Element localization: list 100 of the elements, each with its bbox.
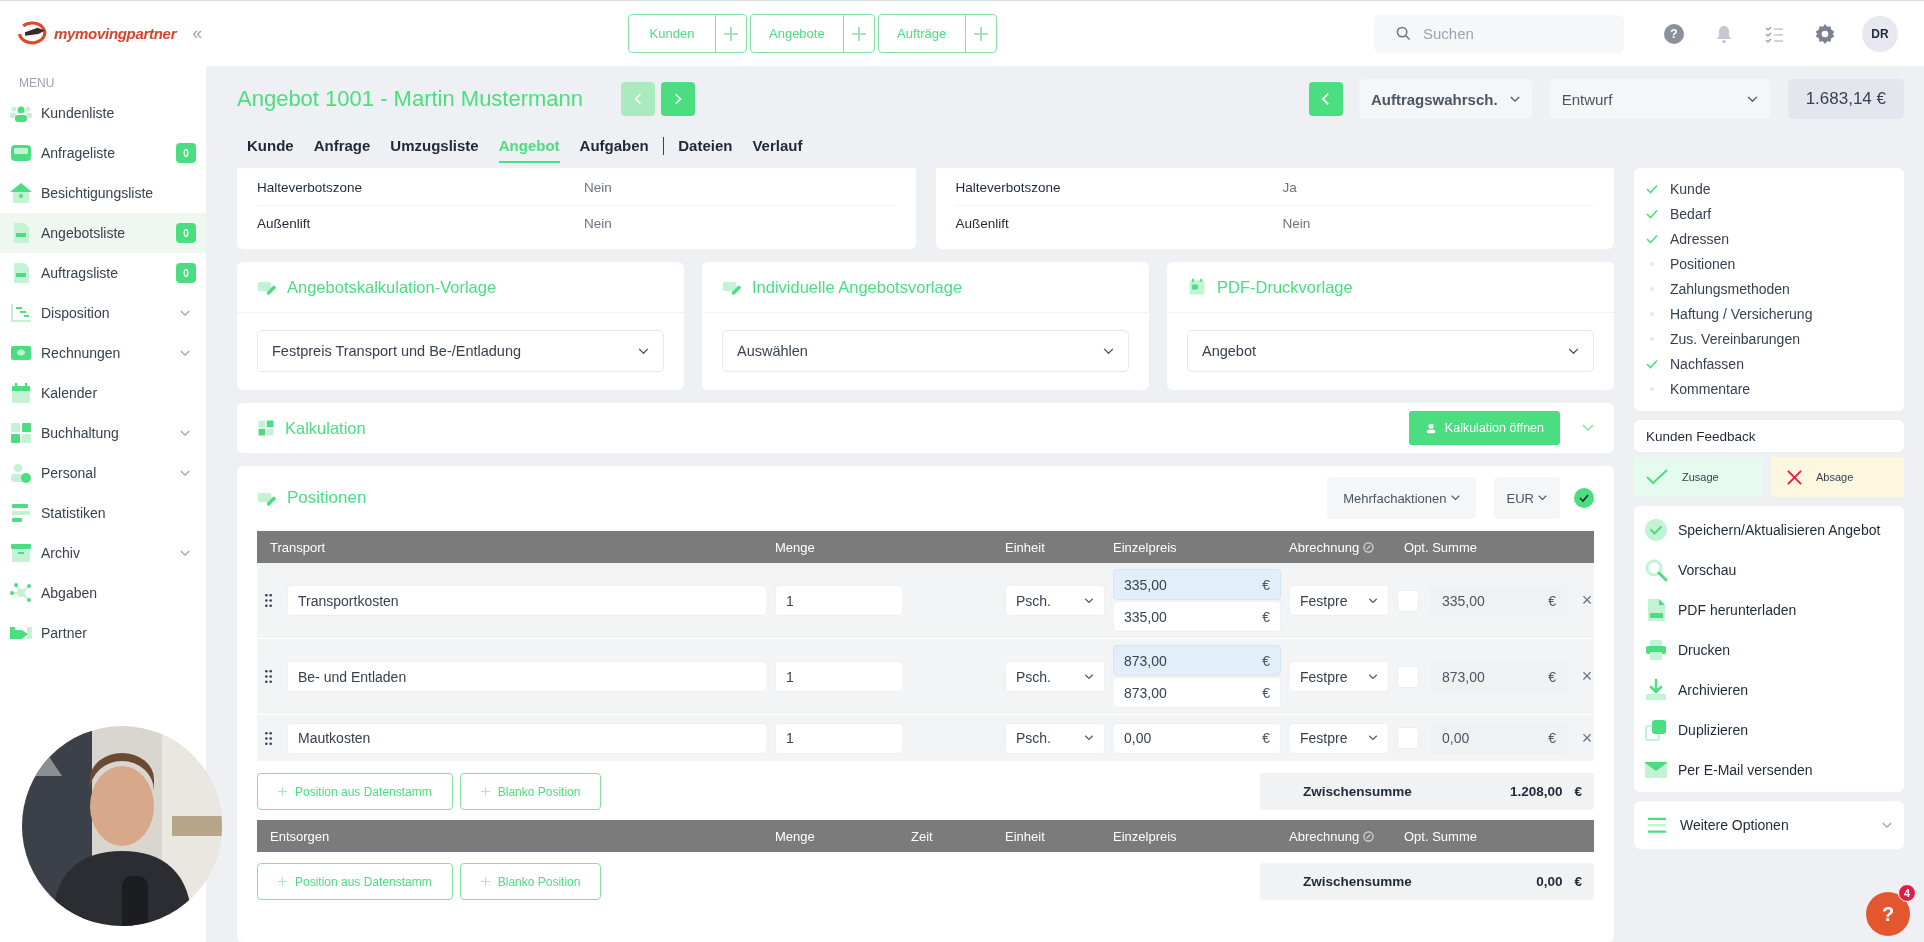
sidebar-item[interactable]: Angebotsliste 0 bbox=[0, 213, 206, 253]
tab[interactable]: Anfrage bbox=[313, 129, 371, 163]
sidebar-item[interactable]: Kalender bbox=[0, 373, 206, 413]
sidebar-item[interactable]: Rechnungen bbox=[0, 333, 206, 373]
price-field[interactable]: 335,00 € bbox=[1113, 601, 1281, 632]
sidebar-item[interactable]: Partner bbox=[0, 613, 206, 653]
checklist-item[interactable]: Zahlungsmethoden bbox=[1646, 276, 1892, 301]
tab[interactable]: Aufgaben bbox=[579, 129, 649, 163]
user-avatar[interactable]: DR bbox=[1862, 15, 1898, 52]
archive-box-icon bbox=[9, 541, 33, 565]
sidebar-item[interactable]: Personal bbox=[0, 453, 206, 493]
billing-dropdown[interactable]: Festpre bbox=[1289, 722, 1389, 754]
remove-button[interactable]: × bbox=[1575, 666, 1599, 687]
bell-icon[interactable] bbox=[1714, 23, 1734, 44]
search-icon bbox=[1396, 26, 1411, 41]
tab[interactable]: Dateien bbox=[678, 129, 733, 163]
checklist-item[interactable]: Zus. Vereinbarungen bbox=[1646, 326, 1892, 351]
sidebar-item[interactable]: Abgaben bbox=[0, 573, 206, 613]
checklist-item[interactable]: Kommentare bbox=[1646, 376, 1892, 401]
price-field[interactable]: 0,00 € bbox=[1113, 722, 1281, 754]
checklist-item[interactable]: Adressen bbox=[1646, 226, 1892, 251]
checklist-item[interactable]: Kunde bbox=[1646, 176, 1892, 201]
position-name-field[interactable]: Be- und Entladen bbox=[287, 661, 767, 692]
next-button[interactable] bbox=[661, 82, 696, 116]
subtotal-value: 1.208,00 bbox=[1509, 784, 1563, 799]
network-icon bbox=[9, 581, 33, 605]
column-header: Zeit bbox=[911, 828, 933, 844]
template-dropdown[interactable]: Festpreis Transport und Be-/Entladung bbox=[257, 330, 664, 372]
checklist-item[interactable]: Positionen bbox=[1646, 251, 1892, 276]
search-field[interactable]: Suchen bbox=[1374, 14, 1624, 53]
drag-handle-icon[interactable] bbox=[264, 669, 272, 684]
currency-dropdown[interactable]: EUR bbox=[1493, 477, 1560, 519]
checklist-item[interactable]: Haftung / Versicherung bbox=[1646, 301, 1892, 326]
sidebar-item[interactable]: Anfrageliste 0 bbox=[0, 133, 206, 173]
action-item[interactable]: Speichern/Aktualisieren Angebot bbox=[1644, 510, 1894, 550]
sidebar-item[interactable]: Buchhaltung bbox=[0, 413, 206, 453]
template-dropdown[interactable]: Angebot bbox=[1187, 330, 1594, 372]
probability-dropdown[interactable]: Auftragswahrsch. bbox=[1358, 79, 1532, 119]
checklist-icon[interactable] bbox=[1764, 23, 1784, 44]
settings-icon[interactable] bbox=[1814, 22, 1836, 45]
sidebar-item[interactable]: Kundenliste bbox=[0, 93, 206, 133]
quantity-field[interactable]: 1 bbox=[775, 585, 903, 616]
unit-dropdown[interactable]: Psch. bbox=[1005, 722, 1105, 754]
subtotal-label: Zwischensumme bbox=[1303, 784, 1413, 799]
sidebar-item[interactable]: Disposition bbox=[0, 293, 206, 333]
action-item[interactable]: Duplizieren bbox=[1644, 710, 1894, 750]
position-name-field[interactable]: Transportkosten bbox=[287, 585, 767, 616]
info-icon bbox=[1363, 830, 1375, 842]
checklist-item[interactable]: Nachfassen bbox=[1646, 351, 1892, 376]
chevron-down-icon bbox=[1450, 495, 1460, 501]
price-field[interactable]: 873,00 € bbox=[1113, 645, 1281, 676]
card-title: PDF-Druckvorlage bbox=[1217, 277, 1353, 297]
quantity-field[interactable]: 1 bbox=[775, 722, 903, 754]
action-item[interactable]: Vorschau bbox=[1644, 550, 1894, 590]
action-item[interactable]: Per E-Mail versenden bbox=[1644, 750, 1894, 790]
house-icon bbox=[9, 181, 33, 205]
drag-handle-icon[interactable] bbox=[264, 730, 272, 746]
billing-dropdown[interactable]: Festpre bbox=[1289, 661, 1389, 692]
drag-handle-icon[interactable] bbox=[264, 593, 272, 608]
plus-icon bbox=[278, 877, 287, 886]
sidebar-item[interactable]: Archiv bbox=[0, 533, 206, 573]
unit-dropdown[interactable]: Psch. bbox=[1005, 661, 1105, 692]
action-item[interactable]: Drucken bbox=[1644, 630, 1894, 670]
price-field[interactable]: 335,00 € bbox=[1113, 569, 1281, 600]
sidebar-item[interactable]: Auftragsliste 0 bbox=[0, 253, 206, 293]
remove-button[interactable]: × bbox=[1575, 727, 1599, 749]
field-label: Außenlift bbox=[257, 216, 312, 231]
copy-icon bbox=[1644, 718, 1668, 742]
template-dropdown[interactable]: Auswählen bbox=[722, 330, 1129, 372]
accept-button[interactable]: Zusage bbox=[1634, 457, 1763, 497]
currency-symbol: € bbox=[1574, 784, 1582, 799]
quantity-field[interactable]: 1 bbox=[775, 661, 903, 692]
more-options-item[interactable]: Weitere Optionen bbox=[1634, 801, 1904, 849]
status-dropdown[interactable]: Entwurf bbox=[1549, 79, 1770, 119]
sidebar-item[interactable]: Besichtigungsliste bbox=[0, 173, 206, 213]
unit-dropdown[interactable]: Psch. bbox=[1005, 585, 1105, 616]
action-item[interactable]: PDF herunterladen bbox=[1644, 590, 1894, 630]
billing-dropdown[interactable]: Festpre bbox=[1289, 585, 1389, 616]
tab[interactable]: Kunde bbox=[247, 129, 294, 163]
section-title: Kalkulation bbox=[285, 418, 366, 438]
column-header: Einzelpreis bbox=[1113, 539, 1177, 555]
back-button[interactable] bbox=[1308, 82, 1343, 116]
price-field[interactable]: 873,00 € bbox=[1113, 677, 1281, 708]
chevron-down-icon[interactable] bbox=[1582, 424, 1594, 432]
card-title: Individuelle Angebotsvorlage bbox=[752, 277, 963, 297]
sidebar-item[interactable]: Statistiken bbox=[0, 493, 206, 533]
checklist-item[interactable]: Bedarf bbox=[1646, 201, 1892, 226]
action-item[interactable]: Archivieren bbox=[1644, 670, 1894, 710]
tab[interactable]: Verlauf bbox=[752, 129, 803, 163]
count-badge: 0 bbox=[176, 143, 196, 163]
position-name-field[interactable]: Mautkosten bbox=[287, 722, 767, 754]
chevron-down-icon bbox=[1368, 597, 1378, 604]
reject-button[interactable]: Absage bbox=[1771, 457, 1904, 497]
previous-button[interactable] bbox=[621, 82, 656, 116]
remove-button[interactable]: × bbox=[1575, 590, 1599, 611]
search-input[interactable]: Suchen bbox=[1421, 24, 1585, 43]
tab[interactable]: Umzugsliste bbox=[390, 129, 479, 163]
count-badge: 0 bbox=[176, 263, 196, 283]
chevron-right-icon bbox=[674, 93, 683, 105]
bulk-actions-dropdown[interactable]: Mehrfachaktionen bbox=[1327, 477, 1476, 519]
